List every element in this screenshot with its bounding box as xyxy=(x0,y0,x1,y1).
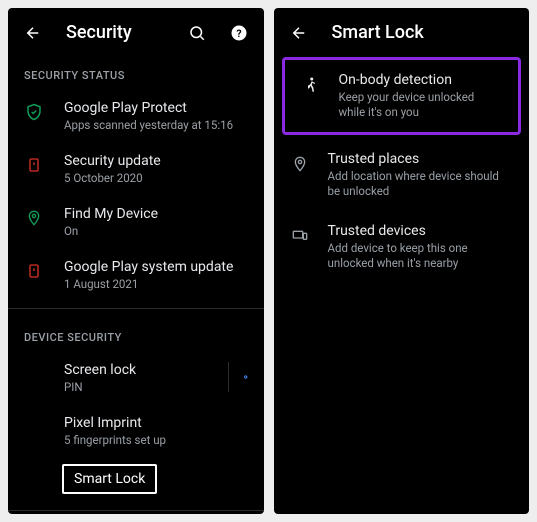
item-security-update[interactable]: Security update 5 October 2020 xyxy=(8,143,264,196)
item-title: Find My Device xyxy=(64,206,248,222)
section-header-status: Security Status xyxy=(8,53,264,90)
item-subtitle: On xyxy=(64,224,248,239)
section-header-device: Device Security xyxy=(8,315,264,352)
item-subtitle: Add device to keep this one unlocked whe… xyxy=(328,241,514,271)
svg-text:?: ? xyxy=(236,26,241,39)
back-icon[interactable] xyxy=(290,24,308,42)
item-subtitle: 5 October 2020 xyxy=(64,171,248,186)
divider xyxy=(8,308,264,309)
item-subtitle: Add location where device should be unlo… xyxy=(328,169,514,199)
search-icon[interactable] xyxy=(188,24,206,42)
item-trusted-devices[interactable]: Trusted devices Add device to keep this … xyxy=(274,211,530,283)
item-on-body-detection[interactable]: On-body detection Keep your device unloc… xyxy=(285,60,519,132)
item-title: Screen lock xyxy=(64,362,208,378)
security-header: Security ? xyxy=(8,8,264,53)
item-subtitle: 1 August 2021 xyxy=(64,277,248,292)
location-icon xyxy=(24,208,44,228)
smart-lock-screen: Smart Lock On-body detection Keep your d… xyxy=(274,8,530,514)
item-title: Smart Lock xyxy=(74,471,145,487)
update-alert-icon xyxy=(24,155,44,175)
item-subtitle: Keep your device unlocked while it's on … xyxy=(339,90,503,120)
page-title: Smart Lock xyxy=(332,22,514,43)
page-title: Security xyxy=(66,22,164,43)
shield-check-icon xyxy=(24,102,44,122)
item-screen-lock[interactable]: Screen lock PIN xyxy=(8,352,264,405)
item-trusted-places[interactable]: Trusted places Add location where device… xyxy=(274,139,530,211)
item-title: Trusted places xyxy=(328,151,514,167)
item-play-protect[interactable]: Google Play Protect Apps scanned yesterd… xyxy=(8,90,264,143)
item-subtitle: PIN xyxy=(64,380,208,395)
item-title: Pixel Imprint xyxy=(64,415,248,431)
place-icon xyxy=(290,154,310,174)
item-title: Google Play system update xyxy=(64,259,248,275)
walk-icon xyxy=(301,75,321,95)
item-subtitle: 5 fingerprints set up xyxy=(64,433,248,448)
back-icon[interactable] xyxy=(24,24,42,42)
item-play-system-update[interactable]: Google Play system update 1 August 2021 xyxy=(8,249,264,302)
item-title: On-body detection xyxy=(339,72,503,88)
item-smart-lock[interactable]: Smart Lock xyxy=(62,464,157,494)
item-pixel-imprint[interactable]: Pixel Imprint 5 fingerprints set up xyxy=(8,405,264,458)
smart-lock-header: Smart Lock xyxy=(274,8,530,53)
devices-icon xyxy=(290,226,310,246)
item-title: Trusted devices xyxy=(328,223,514,239)
divider xyxy=(8,510,264,511)
gear-icon[interactable] xyxy=(228,362,248,392)
item-title: Google Play Protect xyxy=(64,100,248,116)
item-find-my-device[interactable]: Find My Device On xyxy=(8,196,264,249)
item-title: Security update xyxy=(64,153,248,169)
security-screen: Security ? Security Status Google Play P… xyxy=(8,8,264,514)
item-subtitle: Apps scanned yesterday at 15:16 xyxy=(64,118,248,133)
help-icon[interactable]: ? xyxy=(230,24,248,42)
update-alert-icon xyxy=(24,261,44,281)
highlight-on-body: On-body detection Keep your device unloc… xyxy=(282,57,522,135)
